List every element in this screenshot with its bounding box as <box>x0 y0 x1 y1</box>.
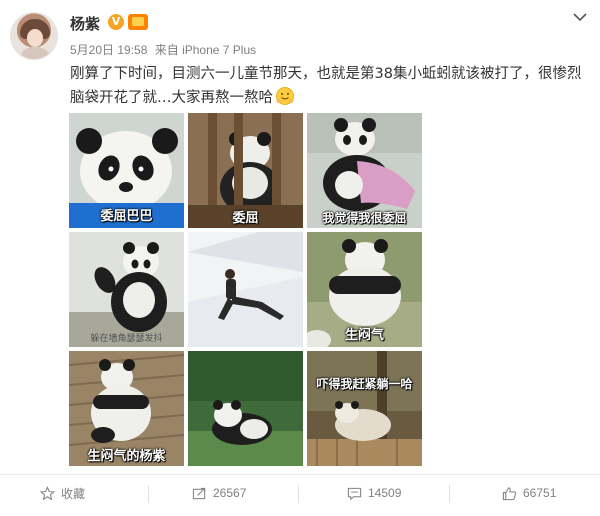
comment-button[interactable]: 14509 <box>347 483 401 503</box>
image-thumbnail[interactable] <box>188 351 303 466</box>
image-thumbnail[interactable]: 生闷气的杨紫 <box>69 351 184 466</box>
weibo-post-card: 杨紫 V 5月20日 19:58 来自 iPhone 7 Plus 刚算了下时间… <box>0 0 600 516</box>
image-grid: 委屈巴巴 委屈 我觉得我很委屈 躲在墙角瑟瑟发抖 生闷气 生闷气的杨紫 吓得我赶… <box>69 113 423 467</box>
image-thumbnail[interactable]: 躲在墙角瑟瑟发抖 <box>69 232 184 347</box>
post-timestamp[interactable]: 5月20日 19:58 <box>70 43 147 57</box>
post-text-line-2: 脑袋开花了就…大家再熬一熬哈 <box>70 86 590 110</box>
repost-count: 26567 <box>213 486 247 500</box>
user-name[interactable]: 杨紫 <box>70 13 100 34</box>
like-button[interactable]: 66751 <box>502 483 556 503</box>
post-text-line-1: 刚算了下时间，目测六一儿童节那天，也就是第38集小蚯蚓就该被打了，很惨烈 <box>70 66 582 82</box>
image-caption: 委屈 <box>232 211 259 226</box>
image-caption: 生闷气 <box>344 328 384 343</box>
post-meta: 5月20日 19:58 来自 iPhone 7 Plus <box>70 41 260 58</box>
image-caption: 我觉得我很委屈 <box>322 211 407 225</box>
image-caption: 委屈巴巴 <box>100 209 153 224</box>
image-thumbnail[interactable]: 我觉得我很委屈 <box>307 113 422 228</box>
image-thumbnail[interactable]: 委屈巴巴 <box>69 113 184 228</box>
post-text: 刚算了下时间，目测六一儿童节那天，也就是第38集小蚯蚓就该被打了，很惨烈 脑袋开… <box>70 63 590 110</box>
hug-emoji-icon <box>275 86 295 106</box>
favorite-label: 收藏 <box>61 486 86 501</box>
image-caption: 吓得我赶紧躺一哈 <box>316 377 413 391</box>
verified-badge-icon: V <box>108 14 124 30</box>
action-separator <box>298 485 299 503</box>
image-thumbnail[interactable]: 生闷气 <box>307 232 422 347</box>
repost-icon <box>192 487 206 499</box>
action-separator <box>449 485 450 503</box>
comment-icon <box>347 487 362 500</box>
avatar[interactable] <box>10 12 58 60</box>
comment-count: 14509 <box>368 486 402 500</box>
post-source: 来自 iPhone 7 Plus <box>154 43 257 57</box>
image-caption: 躲在墙角瑟瑟发抖 <box>90 334 163 344</box>
favorite-button[interactable]: 收藏 <box>40 483 85 503</box>
action-bar-divider <box>0 474 600 475</box>
image-thumbnail[interactable]: 委屈 <box>188 113 303 228</box>
image-thumbnail[interactable] <box>188 232 303 347</box>
star-icon <box>40 485 55 500</box>
like-icon <box>502 486 517 500</box>
image-caption: 生闷气的杨紫 <box>87 449 166 464</box>
chevron-down-icon <box>573 13 587 22</box>
repost-button[interactable]: 26567 <box>192 483 246 503</box>
image-thumbnail[interactable]: 吓得我赶紧躺一哈 <box>307 351 422 466</box>
action-separator <box>148 485 149 503</box>
like-count: 66751 <box>523 486 557 500</box>
vip-badge-icon[interactable] <box>128 14 148 30</box>
more-options-button[interactable] <box>571 8 589 26</box>
post-text-line-2-content: 脑袋开花了就…大家再熬一熬哈 <box>70 90 273 106</box>
